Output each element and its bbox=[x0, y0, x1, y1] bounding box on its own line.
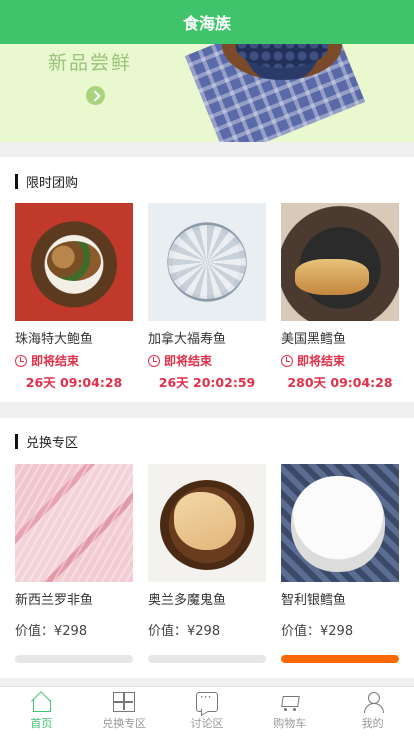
flash-sale-section: 限时团购 珠海特大鲍鱼 即将结束 26天 09:04:28 加拿大福寿鱼 即将结… bbox=[0, 157, 414, 402]
product-image[interactable] bbox=[281, 203, 399, 321]
tab-label: 讨论区 bbox=[190, 717, 224, 730]
tab-cart[interactable]: 购物车 bbox=[248, 687, 331, 736]
tab-discussion[interactable]: 讨论区 bbox=[166, 687, 249, 736]
price-prefix: 价值： bbox=[148, 624, 188, 639]
product-value: 价值：¥298 bbox=[148, 620, 266, 639]
clock-icon bbox=[15, 354, 27, 367]
home-icon bbox=[30, 692, 52, 712]
user-icon bbox=[362, 692, 384, 713]
price-amount: ¥298 bbox=[187, 624, 221, 639]
section-title: 限时团购 bbox=[26, 176, 79, 191]
product-image[interactable] bbox=[281, 464, 399, 582]
tab-label: 兑换专区 bbox=[102, 717, 147, 730]
clock-icon bbox=[281, 354, 293, 367]
section-marker bbox=[15, 174, 18, 189]
product-name: 智利银鳕鱼 bbox=[281, 593, 347, 608]
product-value: 价值：¥298 bbox=[281, 620, 399, 639]
countdown-timer: 280天 09:04:28 bbox=[287, 375, 393, 390]
sale-status: 即将结束 bbox=[148, 352, 266, 369]
price-prefix: 价值： bbox=[281, 624, 321, 639]
product-card[interactable]: 珠海特大鲍鱼 即将结束 26天 09:04:28 bbox=[15, 203, 133, 391]
app-header: 食海族 bbox=[0, 0, 414, 44]
section-header: 限时团购 bbox=[15, 172, 78, 191]
exchange-progress-bar bbox=[15, 655, 133, 663]
sale-status-label: 即将结束 bbox=[31, 354, 80, 368]
product-card[interactable]: 加拿大福寿鱼 即将结束 26天 20:02:59 bbox=[148, 203, 266, 391]
product-name: 美国黑鳕鱼 bbox=[281, 332, 347, 347]
price-prefix: 价值： bbox=[15, 624, 55, 639]
exchange-card[interactable]: 奥兰多魔鬼鱼 价值：¥298 bbox=[148, 464, 266, 663]
exchange-progress-bar bbox=[148, 655, 266, 663]
bottom-tab-bar: 首页 兑换专区 讨论区 购物车 我的 bbox=[0, 686, 414, 736]
tab-label: 购物车 bbox=[273, 717, 307, 730]
price-amount: ¥298 bbox=[54, 624, 88, 639]
tab-profile[interactable]: 我的 bbox=[331, 687, 414, 736]
countdown-timer: 26天 20:02:59 bbox=[158, 375, 256, 390]
chevron-right-circle-icon[interactable] bbox=[86, 86, 105, 105]
grid-icon bbox=[113, 692, 136, 712]
section-marker bbox=[15, 434, 18, 449]
exchange-section: 兑换专区 新西兰罗非鱼 价值：¥298 奥兰多魔鬼鱼 价值：¥298 智利银鳕鱼… bbox=[0, 418, 414, 678]
section-header: 兑换专区 bbox=[15, 432, 78, 451]
product-name: 奥兰多魔鬼鱼 bbox=[148, 593, 227, 608]
product-image[interactable] bbox=[15, 203, 133, 321]
chat-icon bbox=[195, 690, 218, 712]
product-value: 价值：¥298 bbox=[15, 620, 133, 639]
promo-banner[interactable]: 新品尝鲜 bbox=[0, 44, 414, 142]
clock-icon bbox=[148, 354, 160, 367]
sale-status-label: 即将结束 bbox=[297, 354, 346, 368]
product-name: 加拿大福寿鱼 bbox=[148, 332, 227, 347]
sale-status: 即将结束 bbox=[281, 352, 399, 369]
product-image[interactable] bbox=[148, 203, 266, 321]
tab-label: 我的 bbox=[361, 717, 384, 730]
sale-status-label: 即将结束 bbox=[164, 354, 213, 368]
exchange-progress-bar bbox=[281, 655, 399, 663]
exchange-card[interactable]: 新西兰罗非鱼 价值：¥298 bbox=[15, 464, 133, 663]
product-name: 珠海特大鲍鱼 bbox=[15, 332, 94, 347]
cart-icon bbox=[279, 692, 301, 712]
product-card[interactable]: 美国黑鳕鱼 即将结束 280天 09:04:28 bbox=[281, 203, 399, 391]
product-image[interactable] bbox=[148, 464, 266, 582]
tab-exchange[interactable]: 兑换专区 bbox=[83, 687, 166, 736]
progress-fill bbox=[281, 655, 399, 663]
product-image[interactable] bbox=[15, 464, 133, 582]
tab-home[interactable]: 首页 bbox=[0, 687, 83, 736]
countdown-timer: 26天 09:04:28 bbox=[25, 375, 123, 390]
app-title: 食海族 bbox=[182, 14, 231, 33]
tab-label: 首页 bbox=[30, 717, 53, 730]
section-title: 兑换专区 bbox=[26, 436, 79, 451]
price-amount: ¥298 bbox=[320, 624, 354, 639]
banner-slogan: 新品尝鲜 bbox=[48, 52, 133, 74]
exchange-card[interactable]: 智利银鳕鱼 价值：¥298 bbox=[281, 464, 399, 663]
product-name: 新西兰罗非鱼 bbox=[15, 593, 94, 608]
sale-status: 即将结束 bbox=[15, 352, 133, 369]
